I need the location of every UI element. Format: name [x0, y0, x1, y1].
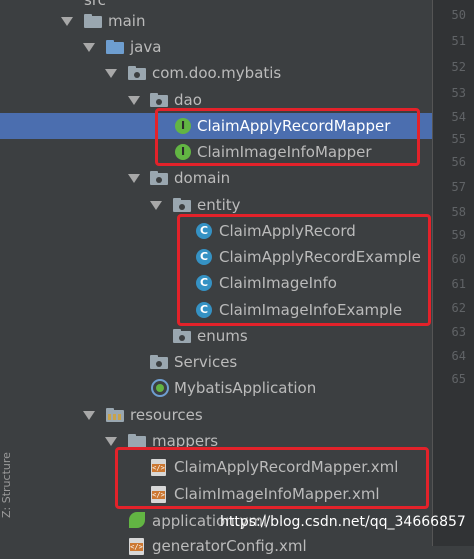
line-number: 64	[451, 349, 466, 363]
line-number: 51	[451, 34, 466, 48]
xml-file-icon: </>	[129, 538, 144, 555]
package-icon	[150, 171, 168, 185]
tree-row-resources[interactable]: resources	[0, 402, 432, 428]
tree-row-xml2[interactable]: </> ClaimImageInfoMapper.xml	[0, 481, 432, 507]
chevron-down-icon[interactable]	[128, 174, 140, 183]
line-number: 52	[451, 60, 466, 74]
class-icon: C	[196, 275, 212, 291]
package-icon	[173, 329, 191, 343]
tree-row-package[interactable]: com.doo.mybatis	[0, 60, 432, 86]
tree-row-services[interactable]: Services	[0, 349, 432, 375]
tree-label: ClaimApplyRecord	[219, 222, 356, 240]
tree-row-mappers[interactable]: mappers	[0, 428, 432, 454]
tree-label: generatorConfig.xml	[152, 537, 307, 555]
package-icon	[173, 198, 191, 212]
line-number: 59	[451, 228, 466, 242]
tree-row-mapper1[interactable]: I ClaimApplyRecordMapper	[0, 113, 432, 139]
tree-row-entity1[interactable]: C ClaimApplyRecord	[0, 218, 432, 244]
tree-label: domain	[174, 169, 231, 187]
tree-label: mappers	[152, 432, 219, 450]
chevron-down-icon[interactable]	[150, 201, 162, 210]
line-number: 50	[451, 8, 466, 22]
line-number: 61	[451, 277, 466, 291]
tree-label: dao	[174, 91, 202, 109]
folder-icon	[128, 434, 146, 448]
line-number: 56	[451, 155, 466, 169]
xml-file-icon: </>	[151, 459, 166, 476]
chevron-down-icon[interactable]	[61, 17, 73, 26]
interface-icon: I	[175, 118, 191, 134]
project-tree[interactable]: src main java com.doo.mybatis dao I Clai…	[0, 0, 432, 555]
spring-boot-app-icon	[151, 379, 169, 397]
tree-row-domain[interactable]: domain	[0, 165, 432, 191]
tree-row-enums[interactable]: enums	[0, 323, 432, 349]
tree-label: resources	[130, 406, 203, 424]
tree-label: enums	[197, 327, 248, 345]
tree-label: com.doo.mybatis	[152, 64, 282, 82]
tree-row-mapper2[interactable]: I ClaimImageInfoMapper	[0, 139, 432, 165]
tree-row-main[interactable]: main	[0, 8, 432, 34]
tree-label: ClaimImageInfoMapper	[197, 143, 372, 161]
folder-icon	[84, 14, 102, 28]
resources-folder-icon	[106, 408, 124, 422]
chevron-down-icon[interactable]	[105, 69, 117, 78]
tree-label: ClaimApplyRecordMapper.xml	[174, 458, 399, 476]
line-number: 55	[451, 132, 466, 146]
source-folder-icon	[106, 40, 124, 54]
watermark: https://blog.csdn.net/qq_34666857	[220, 514, 466, 530]
tree-label: java	[130, 38, 162, 56]
line-number: 60	[451, 252, 466, 266]
chevron-down-icon[interactable]	[83, 43, 95, 52]
tree-row-entity4[interactable]: C ClaimImageInfoExample	[0, 297, 432, 323]
class-icon: C	[196, 249, 212, 265]
chevron-down-icon[interactable]	[128, 96, 140, 105]
tree-label: MybatisApplication	[174, 379, 317, 397]
tree-row-application[interactable]: MybatisApplication	[0, 375, 432, 401]
line-number: 63	[451, 325, 466, 339]
structure-tool-tab[interactable]: Z: Structure	[0, 438, 14, 518]
line-number: 62	[451, 301, 466, 315]
class-icon: C	[196, 223, 212, 239]
chevron-down-icon[interactable]	[105, 437, 117, 446]
package-icon	[150, 93, 168, 107]
tree-label: ClaimImageInfo	[219, 274, 337, 292]
tree-row-java[interactable]: java	[0, 34, 432, 60]
line-number-gutter: 50 51 52 53 54 55 56 57 58 59 60 61 62 6…	[432, 0, 474, 546]
line-number: 54	[451, 110, 466, 124]
tree-label: ClaimApplyRecordMapper	[197, 117, 391, 135]
class-icon: C	[196, 302, 212, 318]
tree-row-entity2[interactable]: C ClaimApplyRecordExample	[0, 244, 432, 270]
interface-icon: I	[175, 144, 191, 160]
tree-label: ClaimImageInfoMapper.xml	[174, 485, 380, 503]
tree-label: ClaimImageInfoExample	[219, 301, 403, 319]
chevron-down-icon[interactable]	[83, 411, 95, 420]
tree-label: Services	[174, 353, 238, 371]
xml-file-icon: </>	[151, 486, 166, 503]
line-number: 53	[451, 86, 466, 100]
tree-label: main	[108, 12, 146, 30]
tree-row-dao[interactable]: dao	[0, 87, 432, 113]
tree-row-xml1[interactable]: </> ClaimApplyRecordMapper.xml	[0, 454, 432, 480]
tree-label: entity	[197, 196, 241, 214]
line-number: 65	[451, 372, 466, 386]
tree-row-entity[interactable]: entity	[0, 192, 432, 218]
package-icon	[128, 66, 146, 80]
package-icon	[150, 355, 168, 369]
tree-row-entity3[interactable]: C ClaimImageInfo	[0, 270, 432, 296]
line-number: 57	[451, 180, 466, 194]
tree-label: ClaimApplyRecordExample	[219, 248, 421, 266]
spring-leaf-icon	[129, 512, 145, 528]
tree-row-generator-config[interactable]: </> generatorConfig.xml	[0, 533, 432, 559]
line-number: 58	[451, 205, 466, 219]
